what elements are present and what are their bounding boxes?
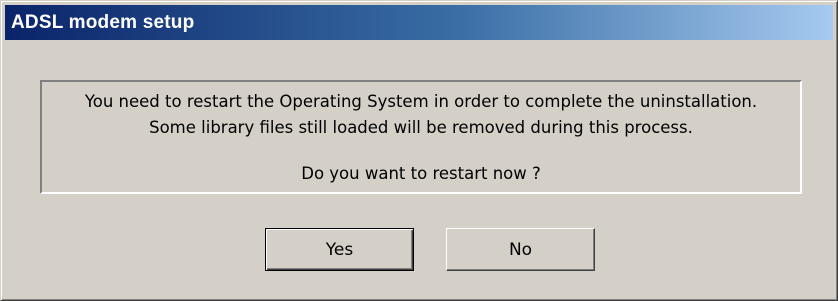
message-line-2: Some library files still loaded will be … xyxy=(149,118,693,137)
title-bar[interactable]: ADSL modem setup xyxy=(5,5,833,40)
no-button[interactable]: No xyxy=(446,228,595,271)
message-panel: You need to restart the Operating System… xyxy=(40,80,802,194)
restart-dialog: ADSL modem setup You need to restart the… xyxy=(0,0,838,301)
window-title: ADSL modem setup xyxy=(11,11,195,33)
yes-button[interactable]: Yes xyxy=(265,228,414,271)
restart-question: Do you want to restart now ? xyxy=(301,164,541,183)
message-line-1: You need to restart the Operating System… xyxy=(84,92,758,111)
